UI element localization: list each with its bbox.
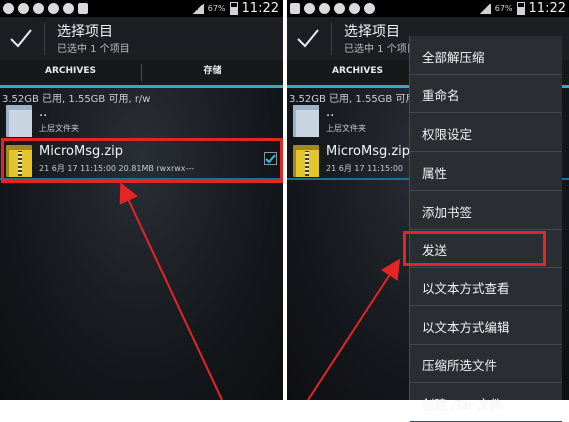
- menu-item-extract-all[interactable]: 全部解压缩: [410, 36, 562, 75]
- zip-file-icon: [293, 143, 319, 177]
- status-bar: 67% 11:22: [287, 0, 569, 17]
- list-item-parent[interactable]: .. 上层文件夹: [0, 103, 283, 137]
- notification-icon: [290, 3, 300, 14]
- menu-item-label: 全部解压缩: [422, 50, 485, 65]
- notification-icon: [18, 3, 29, 14]
- item-name: MicroMsg.zip: [326, 144, 411, 159]
- item-name: ..: [39, 105, 48, 120]
- check-icon[interactable]: [295, 25, 321, 51]
- menu-item-label: 权限设定: [422, 127, 473, 142]
- menu-item-add-bookmark[interactable]: 添加书签: [410, 191, 562, 230]
- menu-item-label: 压缩所选文件: [422, 358, 498, 373]
- selection-count: 已选中 1 个项目: [344, 44, 417, 55]
- divider: [331, 23, 332, 55]
- battery-percent: 67%: [494, 4, 513, 13]
- tab-archives[interactable]: ARCHIVES: [287, 60, 428, 85]
- check-icon[interactable]: [8, 25, 34, 51]
- menu-item-permissions[interactable]: 权限设定: [410, 113, 562, 152]
- notification-icon: [78, 3, 88, 14]
- item-meta: 上层文件夹: [326, 124, 366, 133]
- menu-item-label: 添加书签: [422, 205, 473, 220]
- menu-item-label: 重命名: [422, 88, 460, 103]
- status-time: 11:22: [241, 1, 279, 16]
- item-meta: 上层文件夹: [39, 124, 79, 133]
- selection-count: 已选中 1 个项目: [57, 44, 130, 55]
- left-screen: 67% 11:22 选择项目 已选中 1 个项目 ARCHIVES 存储 3.5…: [0, 0, 283, 400]
- notification-icon: [319, 3, 330, 14]
- notification-icon: [48, 3, 59, 14]
- notification-icon: [63, 3, 74, 14]
- context-menu: 全部解压缩 重命名 权限设定 属性 添加书签 发送 以文本方式查看 以文本方式编…: [409, 36, 562, 422]
- item-name: ..: [326, 105, 335, 120]
- folder-icon: [6, 103, 32, 137]
- menu-item-compress-selected[interactable]: 压缩所选文件: [410, 344, 562, 383]
- menu-item-label: 以文本方式查看: [422, 281, 510, 296]
- battery-icon: [229, 2, 238, 15]
- notification-icons: [3, 3, 88, 14]
- battery-percent: 67%: [207, 4, 226, 13]
- menu-item-properties[interactable]: 属性: [410, 152, 562, 191]
- page-title: 选择项目: [344, 24, 400, 40]
- notification-icon: [3, 3, 14, 14]
- notification-icon: [33, 3, 44, 14]
- notification-icon: [334, 3, 345, 14]
- action-bar: 选择项目 已选中 1 个项目: [0, 17, 283, 61]
- battery-icon: [516, 2, 525, 15]
- item-meta: 21 6月 17 11:15:00: [326, 164, 404, 173]
- folder-icon: [293, 103, 319, 137]
- menu-item-edit-as-text[interactable]: 以文本方式编辑: [410, 306, 562, 345]
- menu-item-label: 属性: [422, 166, 448, 181]
- tab-storage[interactable]: 存储: [142, 60, 283, 85]
- menu-item-create-tar[interactable]: 创建 .Tar 文件: [410, 383, 562, 422]
- notification-icons: [290, 3, 375, 14]
- notification-icon: [364, 3, 375, 14]
- signal-icon: [191, 3, 204, 14]
- notification-icon: [304, 3, 315, 14]
- tab-archives[interactable]: ARCHIVES: [0, 60, 141, 85]
- menu-item-label: 创建 .Tar 文件: [422, 397, 503, 412]
- notification-icon: [349, 3, 360, 14]
- page-title: 选择项目: [57, 24, 113, 40]
- divider: [44, 23, 45, 55]
- menu-item-view-as-text[interactable]: 以文本方式查看: [410, 267, 562, 306]
- menu-item-label: 以文本方式编辑: [422, 320, 510, 335]
- signal-icon: [478, 3, 491, 14]
- annotation-box-send: [403, 231, 546, 266]
- tab-bar: ARCHIVES 存储: [0, 60, 283, 88]
- status-bar: 67% 11:22: [0, 0, 283, 17]
- menu-item-rename[interactable]: 重命名: [410, 74, 562, 113]
- annotation-box-file: [1, 138, 283, 183]
- status-time: 11:22: [528, 1, 566, 16]
